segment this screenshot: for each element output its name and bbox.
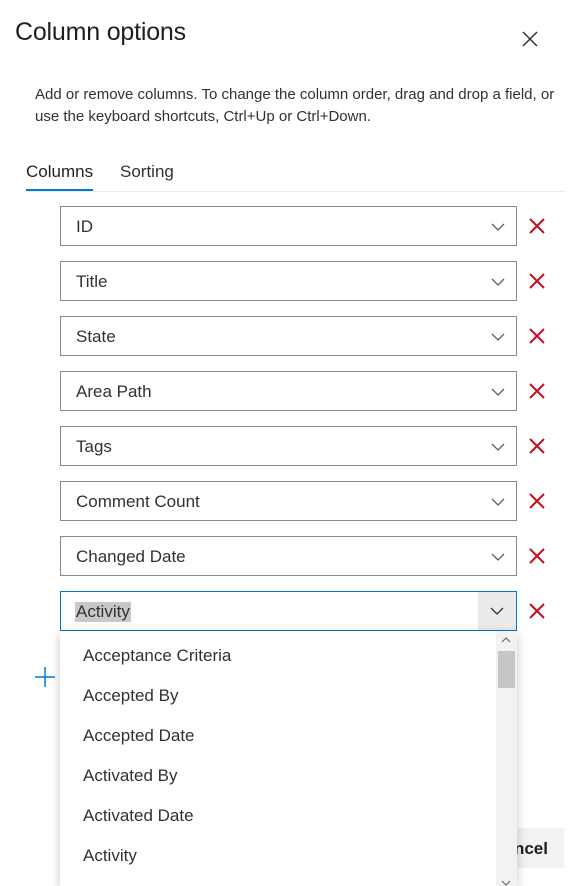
delete-column-icon[interactable]	[527, 326, 547, 346]
delete-column-icon[interactable]	[527, 601, 547, 621]
chevron-down-icon	[491, 223, 505, 231]
dropdown-option[interactable]: Acceptance Criteria	[60, 634, 496, 674]
tab-list: Columns Sorting	[26, 160, 566, 192]
chevron-down-icon	[491, 278, 505, 286]
chevron-down-icon	[491, 553, 505, 561]
dropdown-option[interactable]: Activated Date	[60, 794, 496, 834]
chevron-down-icon	[490, 607, 504, 615]
dropdown-option[interactable]: Accepted By	[60, 674, 496, 714]
scroll-down-arrow-icon[interactable]	[500, 880, 512, 886]
column-value: ID	[76, 217, 93, 236]
option-label: Activity	[83, 846, 137, 865]
delete-column-icon[interactable]	[527, 381, 547, 401]
chevron-down-icon	[491, 443, 505, 451]
dropdown-toggle[interactable]	[478, 592, 516, 630]
tab-columns[interactable]: Columns	[26, 162, 94, 191]
add-column-icon[interactable]	[34, 666, 56, 688]
column-value: Title	[76, 272, 108, 291]
column-value: Comment Count	[76, 492, 200, 511]
option-label: Accepted Date	[83, 726, 195, 745]
column-dropdown-state[interactable]: State	[60, 316, 517, 356]
scroll-up-arrow-icon[interactable]	[500, 635, 512, 645]
delete-column-icon[interactable]	[527, 491, 547, 511]
column-dropdown-area-path[interactable]: Area Path	[60, 371, 517, 411]
column-dropdown-comment-count[interactable]: Comment Count	[60, 481, 517, 521]
delete-column-icon[interactable]	[527, 436, 547, 456]
dropdown-option[interactable]: Activity	[60, 834, 496, 874]
dialog-description: Add or remove columns. To change the col…	[35, 86, 555, 125]
delete-column-icon[interactable]	[527, 271, 547, 291]
column-value: State	[76, 327, 116, 346]
delete-column-icon[interactable]	[527, 546, 547, 566]
option-label: Activated Date	[83, 806, 194, 825]
dropdown-scrollbar[interactable]	[496, 631, 517, 886]
scroll-thumb[interactable]	[498, 651, 515, 688]
tab-sorting[interactable]: Sorting	[120, 162, 174, 182]
column-dropdown-activity[interactable]: Activity	[60, 591, 517, 631]
close-icon[interactable]	[519, 28, 541, 50]
column-dropdown-tags[interactable]: Tags	[60, 426, 517, 466]
chevron-down-icon	[491, 333, 505, 341]
dropdown-option[interactable]: Accepted Date	[60, 714, 496, 754]
option-label: Activated By	[83, 766, 178, 785]
column-dropdown-changed-date[interactable]: Changed Date	[60, 536, 517, 576]
column-dropdown-title[interactable]: Title	[60, 261, 517, 301]
chevron-down-icon	[491, 388, 505, 396]
column-value: Tags	[76, 437, 112, 456]
column-value[interactable]: Activity	[75, 602, 131, 622]
dropdown-option[interactable]: Activated By	[60, 754, 496, 794]
column-options-dropdown[interactable]: Acceptance Criteria Accepted By Accepted…	[60, 631, 517, 886]
chevron-down-icon	[491, 498, 505, 506]
delete-column-icon[interactable]	[527, 216, 547, 236]
dialog-title: Column options	[15, 18, 186, 46]
column-dropdown-id[interactable]: ID	[60, 206, 517, 246]
column-value: Area Path	[76, 382, 152, 401]
column-value: Changed Date	[76, 547, 186, 566]
option-label: Accepted By	[83, 686, 179, 705]
option-label: Acceptance Criteria	[83, 646, 232, 665]
cancel-button-label: ncel	[513, 839, 548, 858]
